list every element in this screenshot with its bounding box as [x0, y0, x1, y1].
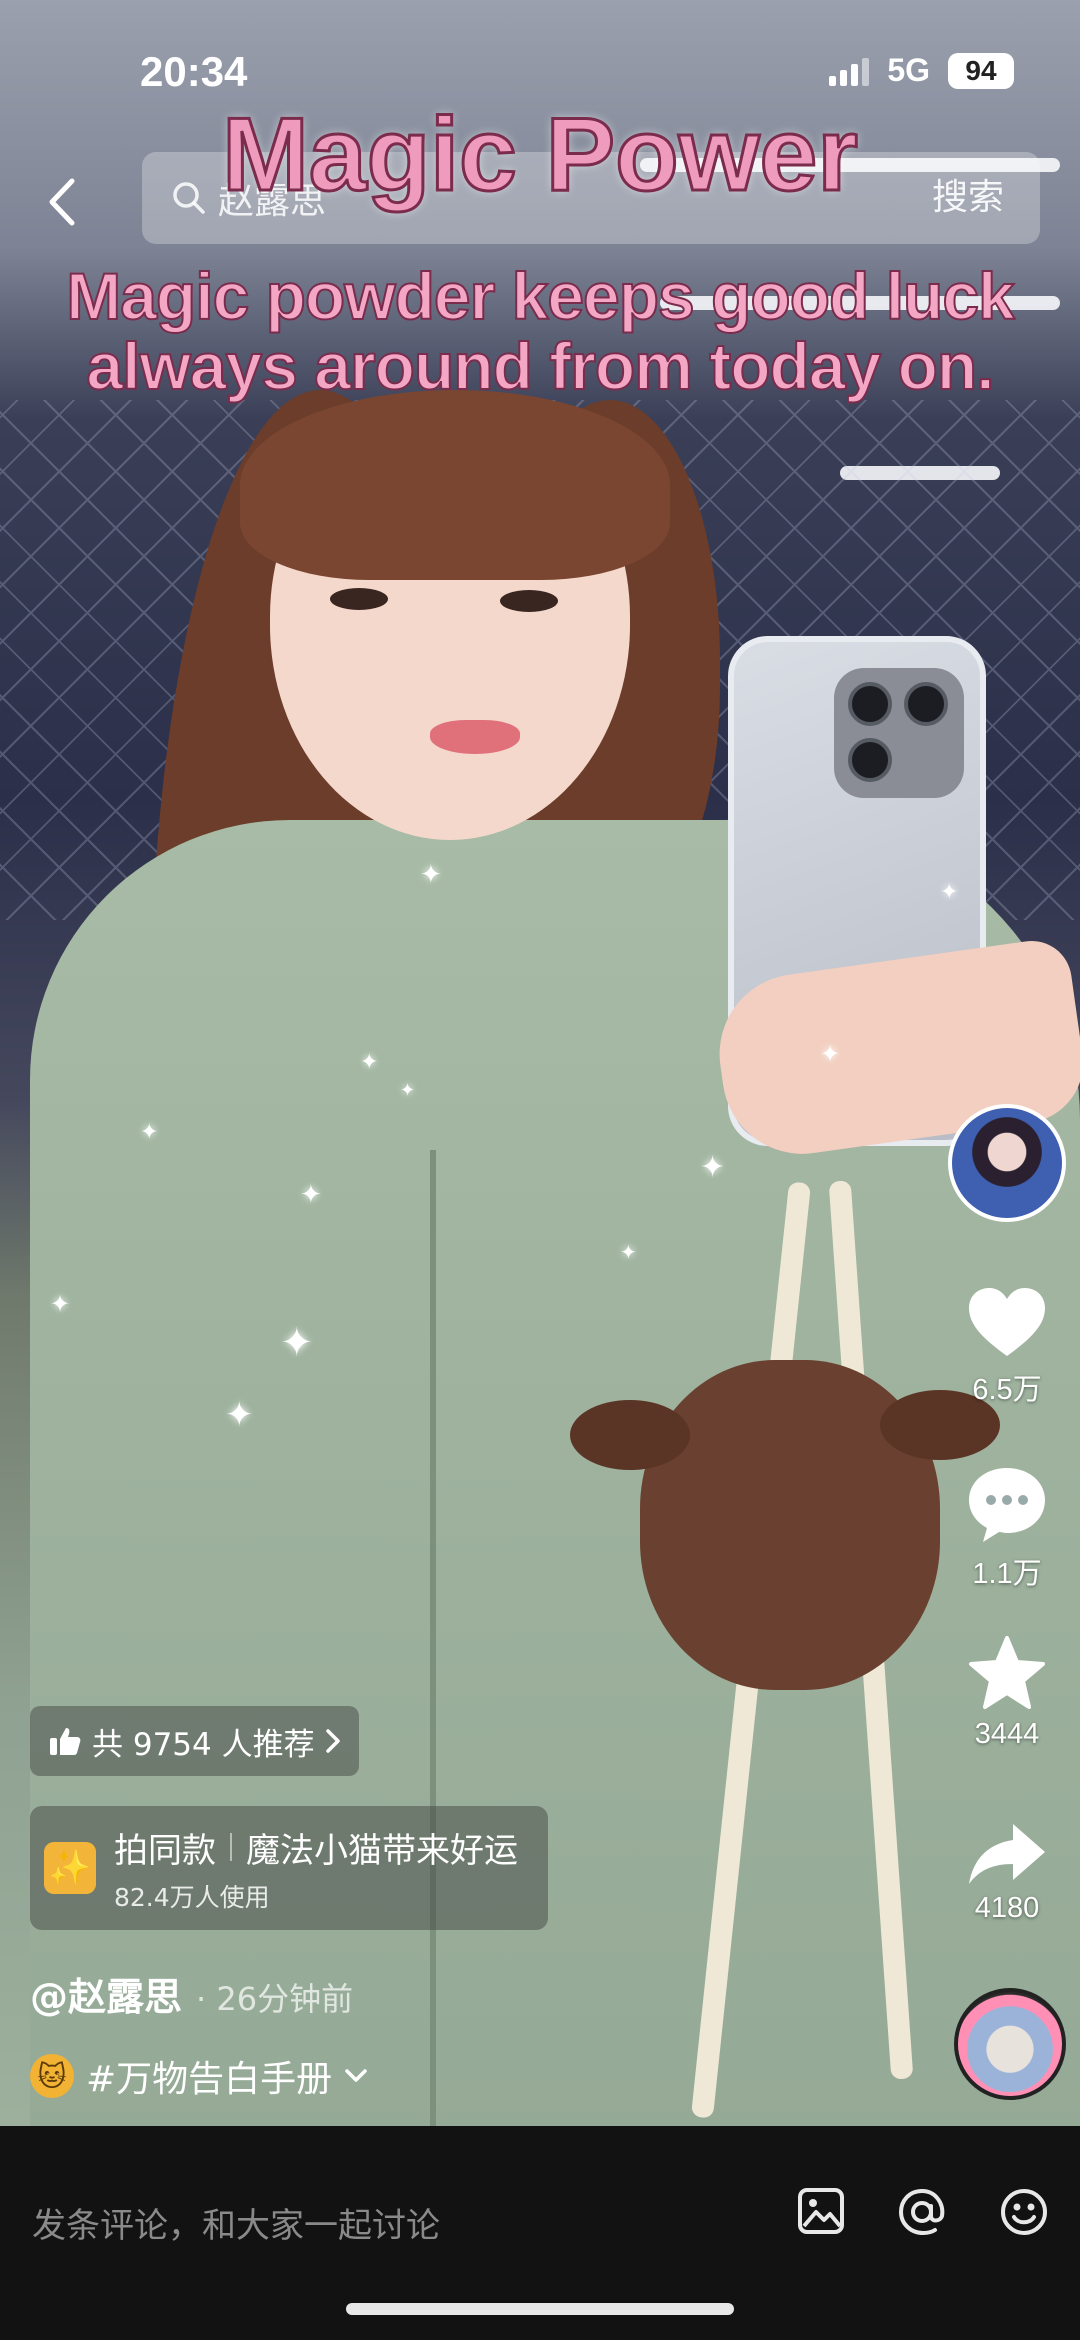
author-name[interactable]: @赵露思: [30, 1966, 182, 2021]
mention-icon[interactable]: [896, 2186, 948, 2238]
favorite-button[interactable]: 3444: [948, 1634, 1066, 1751]
sparkle-icon: ✦: [420, 860, 442, 890]
comment-button[interactable]: 1.1万: [948, 1464, 1066, 1592]
comment-count: 1.1万: [972, 1558, 1042, 1590]
template-info: 拍同款 魔法小猫带来好运 82.4万人使用: [114, 1823, 518, 1914]
image-icon[interactable]: [796, 2186, 846, 2236]
like-count: 6.5万: [972, 1374, 1042, 1406]
plush-bear: [570, 1360, 1000, 1690]
topic-row[interactable]: 🐱 #万物告白手册: [30, 2050, 368, 2102]
post-time: · 26分钟前: [196, 1980, 354, 2018]
template-top: 拍同款 魔法小猫带来好运: [114, 1823, 518, 1872]
camera-lens: [904, 682, 948, 726]
sparkle-icon: ✦: [940, 880, 959, 905]
eye: [330, 588, 388, 610]
sparkle-icon: ✦: [140, 1120, 159, 1145]
effect-title: Magic Power: [221, 96, 860, 215]
star-icon: [969, 1636, 1045, 1709]
favorite-count: 3444: [974, 1718, 1040, 1750]
chevron-down-icon: [345, 2069, 367, 2082]
bangs: [240, 390, 670, 580]
network-type: 5G: [887, 52, 930, 88]
effect-caption-line-2: always around from today on.: [85, 328, 995, 404]
zipper: [430, 1150, 436, 2126]
sparkle-icon: ✦: [700, 1150, 726, 1185]
camera-lens: [848, 738, 892, 782]
heart-icon: [969, 1288, 1045, 1356]
sparkle-icon: ✦: [225, 1395, 254, 1435]
template-usage: 82.4万人使用: [114, 1882, 270, 1912]
music-disc[interactable]: [954, 1988, 1066, 2100]
magic-sparkle-icon: ✨: [44, 1842, 96, 1894]
recommend-pill[interactable]: 共 9754 人推荐: [30, 1706, 359, 1776]
share-icon: [969, 1824, 1045, 1884]
status-time: 20:34: [140, 48, 248, 95]
eye: [500, 590, 558, 612]
effect-caption-line-1: Magic powder keeps good luck: [65, 258, 1016, 334]
camera-lens: [848, 682, 892, 726]
lips: [430, 720, 520, 754]
sparkle-icon: ✦: [360, 1050, 379, 1075]
cat-icon: 🐱: [30, 2054, 74, 2098]
comment-input[interactable]: 发条评论，和大家一起讨论: [32, 2198, 440, 2247]
status-indicators: 5G 94: [829, 52, 1014, 89]
signal-icon: [829, 56, 870, 86]
template-card[interactable]: ✨ 拍同款 魔法小猫带来好运 82.4万人使用: [30, 1806, 548, 1930]
emoji-icon[interactable]: [998, 2186, 1050, 2238]
comment-icon: [969, 1468, 1045, 1542]
divider: [230, 1833, 232, 1861]
sparkle-icon: ✦: [280, 1320, 314, 1366]
recommend-text: 共 9754 人推荐: [92, 1726, 315, 1763]
like-button[interactable]: 6.5万: [948, 1284, 1066, 1408]
template-name: 拍同款: [114, 1830, 216, 1871]
sparkle-icon: ✦: [300, 1180, 322, 1210]
author-row: @赵露思 · 26分钟前: [30, 1966, 353, 2021]
template-title: 魔法小猫带来好运: [246, 1830, 518, 1871]
sparkle-icon: ✦: [50, 1290, 71, 1318]
comment-actions: [796, 2186, 1050, 2238]
creator-avatar[interactable]: [948, 1104, 1066, 1222]
share-count: 4180: [974, 1892, 1040, 1924]
home-indicator[interactable]: [346, 2303, 734, 2315]
battery-icon: 94: [948, 52, 1014, 89]
camera-module: [834, 668, 964, 798]
bear-ear: [570, 1400, 690, 1470]
topic-tag[interactable]: #万物告白手册: [86, 2050, 332, 2102]
thumbs-up-icon: [50, 1728, 81, 1755]
sparkle-icon: ✦: [820, 1040, 841, 1068]
chevron-right-icon: [325, 1729, 340, 1753]
sparkle-icon: ✦: [620, 1240, 637, 1264]
sparkle-icon: ✦: [400, 1080, 416, 1101]
share-button[interactable]: 4180: [948, 1820, 1066, 1925]
